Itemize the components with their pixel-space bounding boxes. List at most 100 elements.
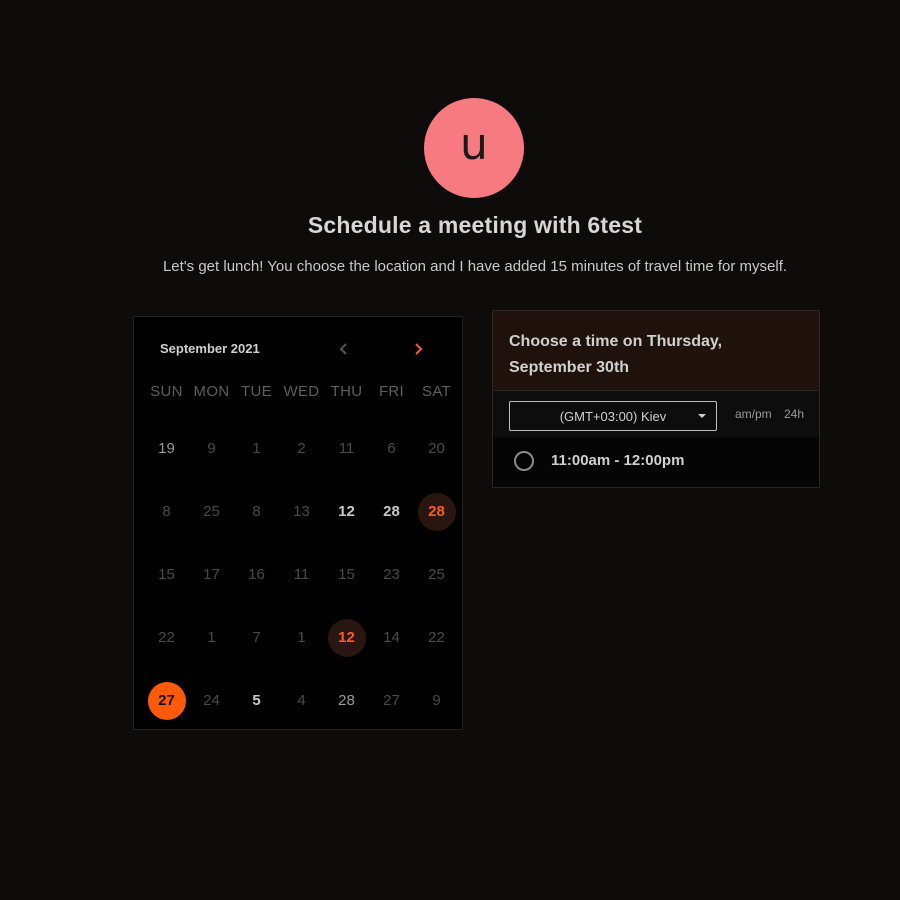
calendar-day: 1 (279, 606, 324, 669)
calendar-day: 17 (189, 543, 234, 606)
calendar-day-number: 9 (432, 692, 441, 709)
calendar-day: 20 (414, 417, 459, 480)
calendar-day-number: 23 (383, 566, 400, 583)
next-month-button[interactable] (408, 339, 428, 359)
calendar-day: 11 (324, 417, 369, 480)
calendar-day[interactable]: 19 (144, 417, 189, 480)
calendar-day-number: 20 (428, 440, 445, 457)
calendar-day-number: 7 (252, 629, 261, 646)
calendar-month-label: September 2021 (160, 341, 260, 356)
calendar-day: 22 (414, 606, 459, 669)
chevron-left-icon (339, 343, 347, 355)
calendar-day-number: 9 (207, 440, 216, 457)
calendar-day-number: 22 (428, 629, 445, 646)
calendar-day-number: 16 (248, 566, 265, 583)
calendar-day-number: 25 (203, 503, 220, 520)
calendar-day: 27 (369, 669, 414, 732)
time-panel-heading: Choose a time on Thursday, September 30t… (493, 311, 819, 391)
weekday-label: SAT (422, 383, 451, 400)
calendar-day: 2 (279, 417, 324, 480)
page-title: Schedule a meeting with 6test (307, 212, 643, 238)
calendar-day: 14 (369, 606, 414, 669)
calendar-day: 8 (144, 480, 189, 543)
calendar-day-number: 2 (297, 440, 306, 457)
caret-down-icon (698, 414, 706, 418)
calendar-day: 13 (279, 480, 324, 543)
calendar-day: 25 (189, 480, 234, 543)
weekday-label: MON (193, 383, 230, 400)
calendar-day: 15 (324, 543, 369, 606)
calendar-day: 11 (279, 543, 324, 606)
weekday-header-row: SUN MON TUE WED THU FRI SAT (144, 383, 459, 400)
calendar-day[interactable]: 28 (369, 480, 414, 543)
calendar-day: 25 (414, 543, 459, 606)
scheduling-page: u Schedule a meeting with 6test Let's ge… (0, 0, 900, 900)
calendar-day[interactable]: 5 (234, 669, 279, 732)
calendar-day-number: 12 (327, 618, 366, 657)
calendar-day: 23 (369, 543, 414, 606)
calendar-day-number: 8 (162, 503, 171, 520)
avatar: u (424, 98, 524, 198)
calendar-day-number: 13 (293, 503, 310, 520)
calendar-day-number: 22 (158, 629, 175, 646)
timezone-select[interactable]: (GMT+03:00) Kiev (509, 401, 717, 431)
calendar-day: 1 (189, 606, 234, 669)
calendar-day-number: 19 (158, 440, 175, 457)
avatar-initial: u (460, 119, 488, 170)
calendar-day-number: 28 (417, 492, 456, 531)
calendar-day-number: 12 (338, 503, 355, 520)
weekday-label: SUN (150, 383, 183, 400)
weekday-label: WED (283, 383, 320, 400)
page-subtitle: Let's get lunch! You choose the location… (162, 258, 788, 275)
weekday-label: THU (330, 383, 363, 400)
calendar-day-number: 28 (383, 503, 400, 520)
calendar-day[interactable]: 27 (144, 669, 189, 732)
format-ampm-toggle[interactable]: am/pm (735, 407, 772, 421)
time-slot[interactable]: 11:00am - 12:00pm (493, 437, 819, 487)
weekday-label: TUE (241, 383, 272, 400)
calendar-day: 4 (279, 669, 324, 732)
calendar-day[interactable]: 28 (324, 669, 369, 732)
calendar-day-number: 1 (252, 440, 261, 457)
calendar-day: 9 (189, 417, 234, 480)
calendar-day: 16 (234, 543, 279, 606)
radio-button[interactable] (514, 451, 534, 471)
calendar-day[interactable]: 12 (324, 480, 369, 543)
calendar-day-number: 14 (383, 629, 400, 646)
format-24h-toggle[interactable]: 24h (784, 407, 804, 421)
calendar-day-number: 8 (252, 503, 261, 520)
calendar-day[interactable]: 12 (324, 606, 369, 669)
calendar-day-number: 1 (207, 629, 216, 646)
calendar-day: 8 (234, 480, 279, 543)
calendar-day: 22 (144, 606, 189, 669)
calendar-day: 9 (414, 669, 459, 732)
calendar-day: 15 (144, 543, 189, 606)
calendar-day-grid: 19 9 1 2 11 6 20 8 25 8 13 12 28 28 15 17 16 11 15 23 25 22 1 7… (144, 417, 459, 732)
calendar-day-number: 24 (203, 692, 220, 709)
calendar-day-number: 11 (293, 566, 310, 583)
calendar-day: 6 (369, 417, 414, 480)
time-selection-panel: Choose a time on Thursday, September 30t… (492, 310, 820, 488)
calendar-day-number: 15 (158, 566, 175, 583)
chevron-right-icon (415, 343, 423, 355)
calendar-day-number: 27 (383, 692, 400, 709)
calendar-day-number: 6 (387, 440, 396, 457)
time-slot-label: 11:00am - 12:00pm (551, 452, 685, 469)
calendar-day: 1 (234, 417, 279, 480)
calendar-day-number: 25 (428, 566, 445, 583)
calendar-day: 7 (234, 606, 279, 669)
timezone-value: (GMT+03:00) Kiev (559, 408, 667, 424)
calendar-day-number: 1 (297, 629, 306, 646)
calendar-day-number: 15 (338, 566, 355, 583)
calendar-day-number: 11 (338, 440, 355, 457)
calendar-day-number: 17 (203, 566, 220, 583)
calendar-day: 24 (189, 669, 234, 732)
calendar-day-number: 28 (338, 692, 355, 709)
weekday-label: FRI (378, 383, 405, 400)
timezone-row: (GMT+03:00) Kiev am/pm 24h (493, 391, 819, 437)
calendar: September 2021 SUN MON TUE WED THU FRI SAT 19 9… (133, 316, 463, 730)
calendar-day-number: 4 (297, 692, 306, 709)
previous-month-button[interactable] (334, 339, 354, 359)
calendar-day[interactable]: 28 (414, 480, 459, 543)
calendar-day-number: 27 (147, 681, 186, 720)
